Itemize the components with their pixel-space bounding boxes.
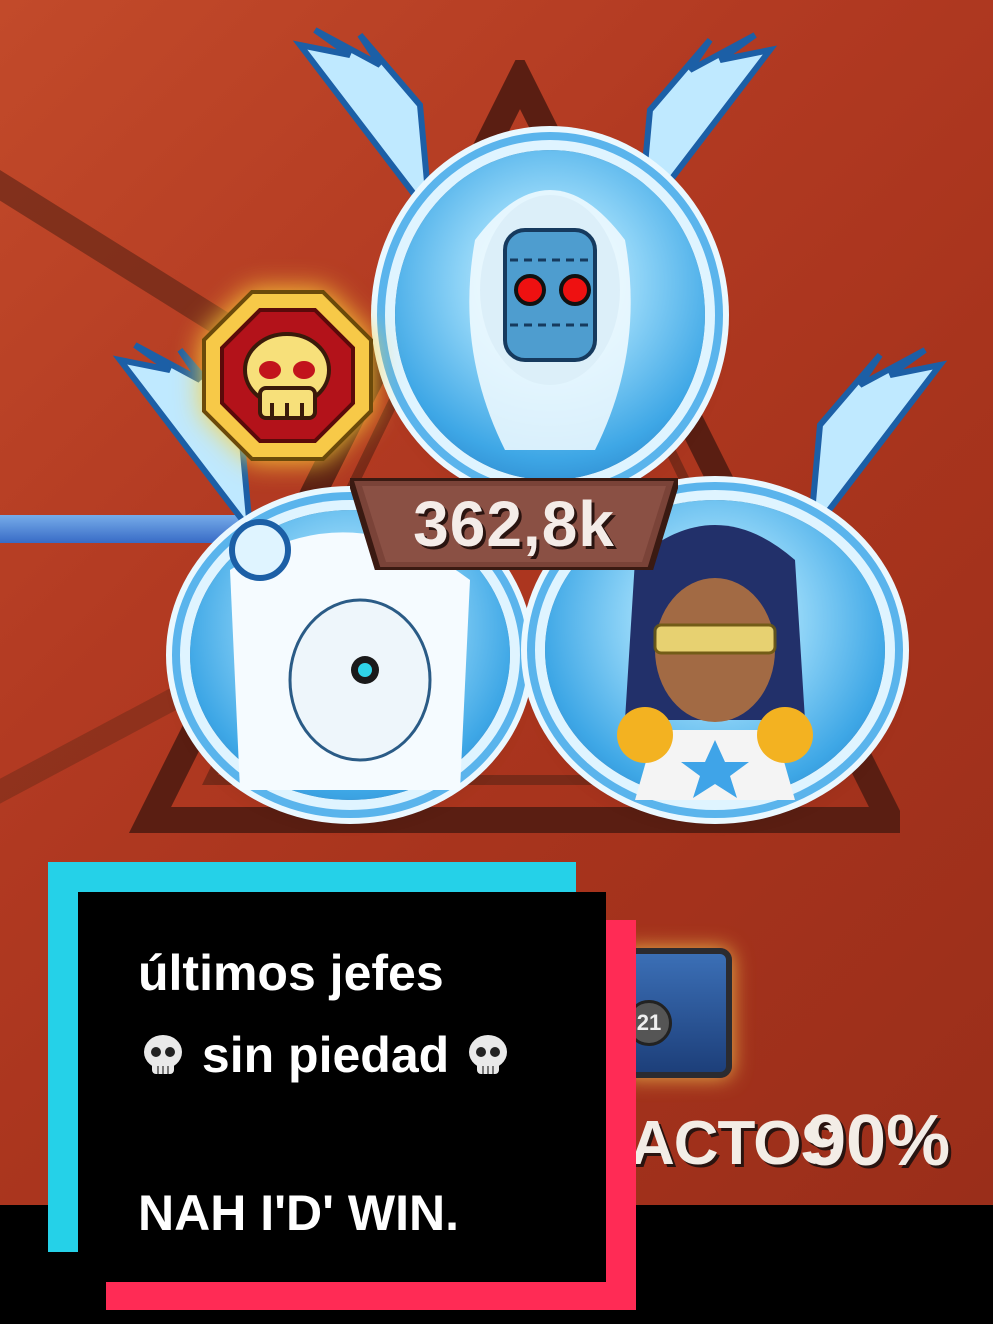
caption-line-2: sin piedad [201,1027,450,1083]
stitched-mask-character-icon [469,190,631,450]
caption-box: últimos jefes sin piedad NAH I'D' WIN. [48,862,636,1310]
skull-emoji-icon [144,1035,182,1074]
stat-value: 90% [806,1101,951,1181]
boss-score: 362,8k [413,488,615,560]
caption-line-1: últimos jefes [138,945,444,1001]
caption-panel: últimos jefes sin piedad NAH I'D' WIN. [78,892,606,1282]
skull-emoji-icon [469,1035,508,1074]
boss-portrait-top[interactable] [395,150,705,480]
caption-line-2-wrap: sin piedad [138,1026,513,1084]
skull-icon [202,290,373,461]
caption-line-3: NAH I'D' WIN. [138,1185,459,1241]
